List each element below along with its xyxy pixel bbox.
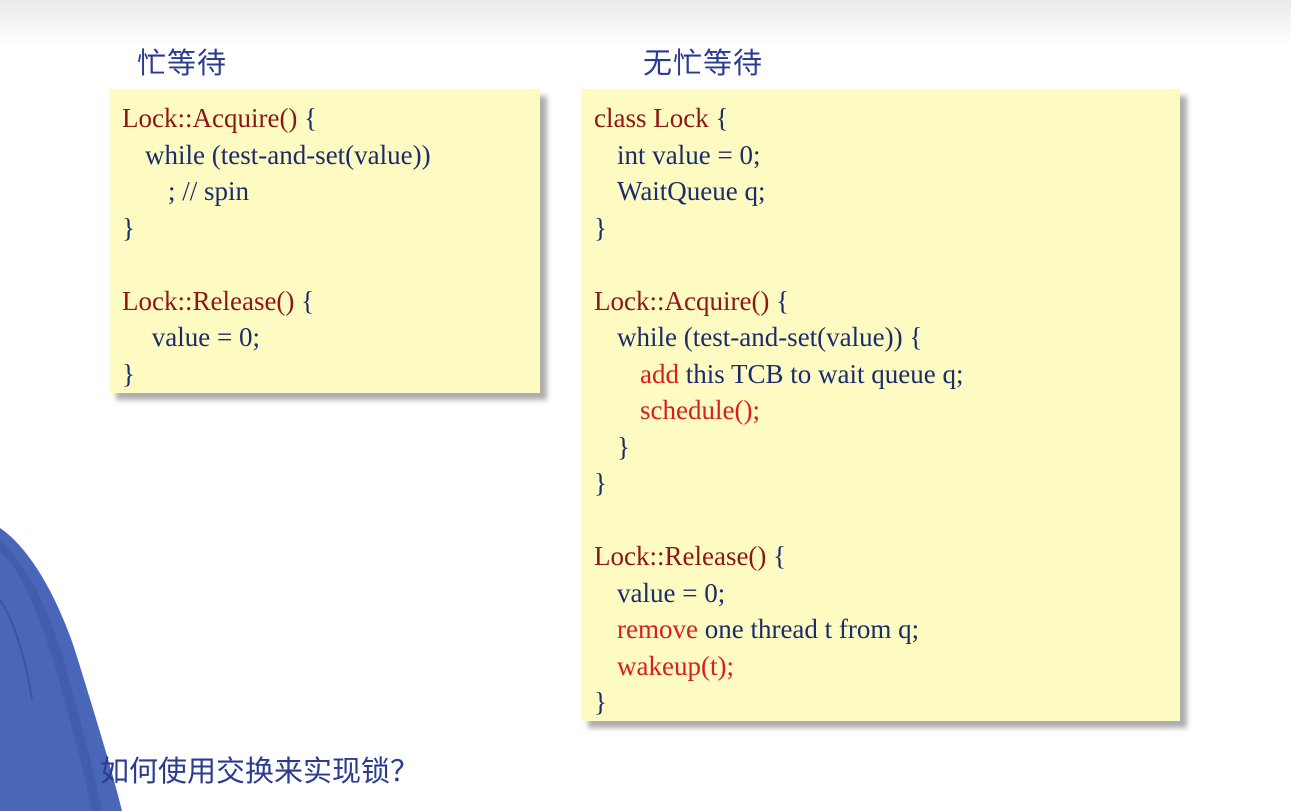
code-line: Lock::Acquire() { <box>594 283 1180 320</box>
code-text: { <box>708 103 729 133</box>
code-text: { <box>294 285 315 316</box>
code-function-name: class Lock <box>594 103 709 133</box>
code-text: int value = 0; <box>617 139 761 170</box>
code-text: WaitQueue q; <box>617 176 766 206</box>
code-highlight: wakeup(t); <box>617 650 734 681</box>
code-function-name: Lock::Acquire() <box>594 285 770 316</box>
presenter-figure <box>0 528 122 811</box>
code-text: one thread t from q; <box>697 614 920 644</box>
footer-question: 如何使用交换来实现锁？ <box>100 754 420 788</box>
code-text: while (test-and-set(value)) { <box>617 322 923 352</box>
code-function-name: Lock::Release() <box>594 541 767 571</box>
code-line: } <box>594 429 1180 466</box>
code-line: Lock::Release() { <box>594 538 1180 575</box>
no-busy-wait-code-box: class Lock {int value = 0; WaitQueue q;} L… <box>581 89 1180 721</box>
code-line: wakeup(t); <box>594 648 1180 685</box>
code-highlight: add <box>640 358 679 389</box>
no-busy-wait-code-lines: class Lock {int value = 0; WaitQueue q;} L… <box>594 100 1180 721</box>
code-line: int value = 0; <box>594 137 1180 174</box>
code-line: WaitQueue q; <box>594 173 1180 210</box>
code-highlight: remove <box>617 614 698 644</box>
code-text: { <box>297 103 318 133</box>
code-line: remove one thread t from q; <box>594 611 1180 648</box>
code-text: } <box>594 212 607 243</box>
heading-no-busy-waiting: 无忙等待 <box>643 46 764 80</box>
code-line: value = 0; <box>594 575 1180 612</box>
code-line: } <box>594 210 1180 247</box>
code-text: this TCB to wait queue q; <box>678 358 964 389</box>
code-line: while (test-and-set(value)) { <box>594 319 1180 356</box>
code-text: { <box>766 541 787 571</box>
code-text: } <box>594 687 607 717</box>
code-line: class Lock { <box>594 100 1180 137</box>
code-line: add this TCB to wait queue q; <box>594 356 1180 393</box>
code-highlight: schedule(); <box>640 395 760 425</box>
code-text: { <box>769 285 790 316</box>
code-line: schedule(); <box>594 392 1180 429</box>
code-text: } <box>594 468 607 498</box>
code-text: value = 0; <box>617 577 726 608</box>
code-text: } <box>617 431 630 462</box>
code-line: } <box>594 465 1180 502</box>
code-line: } <box>594 684 1180 721</box>
